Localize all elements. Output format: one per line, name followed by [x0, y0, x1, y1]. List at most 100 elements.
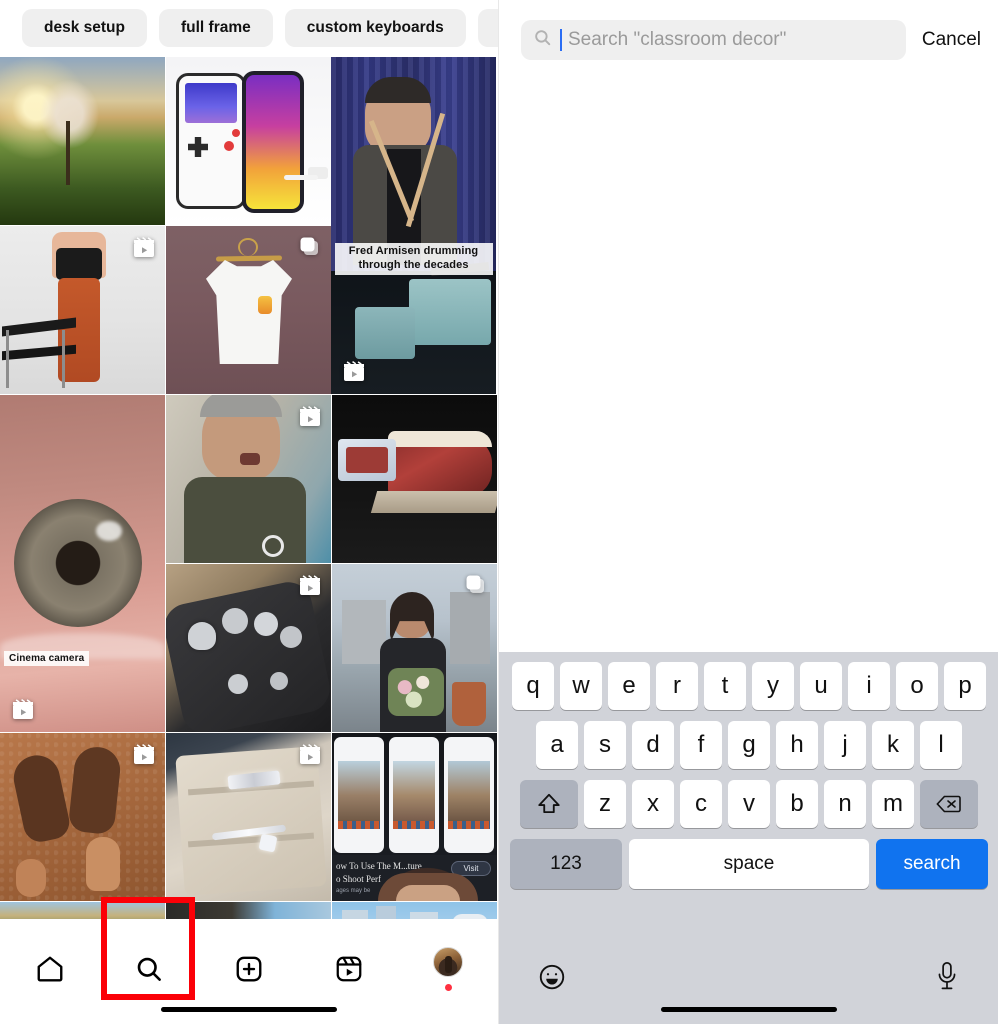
key-e[interactable]: e [608, 662, 650, 710]
emoji-key[interactable] [537, 962, 567, 997]
key-v[interactable]: v [728, 780, 770, 828]
grid-row: Fred Armisen drumming through the decade… [0, 57, 498, 394]
reels-badge-icon [341, 358, 367, 384]
key-f[interactable]: f [680, 721, 722, 769]
bottom-tab-bar[interactable] [0, 919, 498, 1024]
key-u[interactable]: u [800, 662, 842, 710]
tile-cured-meat-board[interactable] [332, 395, 497, 563]
search-overlay-panel: Search "classroom decor" Cancel q w e r … [498, 0, 998, 1024]
tile-caption: Fred Armisen drumming through the decade… [334, 243, 493, 275]
keyboard-row-4: 123 space search [499, 839, 998, 889]
plus-square-icon [234, 954, 264, 984]
cancel-button[interactable]: Cancel [920, 25, 983, 55]
tile-gameboy-phone-case[interactable] [166, 57, 331, 225]
screen: desk setup full frame custom keyboards F… [0, 0, 998, 1024]
search-results-empty-area [499, 80, 998, 652]
key-b[interactable]: b [776, 780, 818, 828]
key-o[interactable]: o [896, 662, 938, 710]
key-p[interactable]: p [944, 662, 986, 710]
reels-badge-icon [297, 741, 323, 767]
carousel-badge-icon [297, 234, 323, 260]
tab-home[interactable] [0, 941, 100, 997]
instagram-explore-panel: desk setup full frame custom keyboards F… [0, 0, 498, 1024]
tab-profile[interactable] [398, 941, 498, 997]
key-s[interactable]: s [584, 721, 626, 769]
ad-disclaimer: ages may be [336, 888, 371, 894]
key-j[interactable]: j [824, 721, 866, 769]
home-icon [35, 954, 65, 984]
suggestion-chips-row[interactable]: desk setup full frame custom keyboards [0, 0, 498, 56]
key-d[interactable]: d [632, 721, 674, 769]
chip-full-frame[interactable]: full frame [158, 9, 273, 47]
key-w[interactable]: w [560, 662, 602, 710]
ios-keyboard[interactable]: q w e r t y u i o p a s d f g h j k l z … [499, 652, 998, 1024]
key-k[interactable]: k [872, 721, 914, 769]
tile-sandals-on-sand[interactable] [0, 733, 165, 901]
grid-row: ow To Use The M...ture o Shoot Perf ages… [0, 733, 498, 901]
reels-badge-icon [131, 234, 157, 260]
key-c[interactable]: c [680, 780, 722, 828]
key-h[interactable]: h [776, 721, 818, 769]
key-n[interactable]: n [824, 780, 866, 828]
numbers-key[interactable]: 123 [510, 839, 622, 889]
search-placeholder: Search "classroom decor" [568, 29, 787, 50]
tile-woman-orange-pants[interactable] [0, 226, 165, 394]
search-icon [134, 954, 164, 984]
key-x[interactable]: x [632, 780, 674, 828]
search-icon [533, 28, 552, 52]
tile-partial-row-dark[interactable] [166, 902, 331, 919]
key-q[interactable]: q [512, 662, 554, 710]
key-t[interactable]: t [704, 662, 746, 710]
key-y[interactable]: y [752, 662, 794, 710]
tab-create[interactable] [199, 941, 299, 997]
key-z[interactable]: z [584, 780, 626, 828]
home-indicator [161, 1007, 337, 1012]
tile-caption: Cinema camera [4, 651, 90, 666]
keyboard-row-2: a s d f g h j k l [499, 721, 998, 769]
tile-partial-row-autumn[interactable] [0, 902, 165, 919]
keyboard-row-3: z x c v b n m [499, 780, 998, 828]
tile-white-tshirt-hanger[interactable] [166, 226, 331, 394]
tile-phone-screenshots-tutorial[interactable]: ow To Use The M...ture o Shoot Perf ages… [332, 733, 497, 901]
shift-key[interactable] [520, 780, 578, 828]
key-g[interactable]: g [728, 721, 770, 769]
key-l[interactable]: l [920, 721, 962, 769]
home-indicator [661, 1007, 837, 1012]
keyboard-row-1: q w e r t y u i o p [499, 662, 998, 710]
space-key[interactable]: space [629, 839, 869, 889]
chip-partial[interactable] [477, 9, 498, 47]
keyboard-bottom-bar [499, 948, 998, 1024]
tile-skull-rings-hand[interactable] [166, 564, 331, 732]
key-i[interactable]: i [848, 662, 890, 710]
reels-badge-icon [297, 403, 323, 429]
key-a[interactable]: a [536, 721, 578, 769]
search-header: Search "classroom decor" Cancel [499, 0, 998, 80]
key-m[interactable]: m [872, 780, 914, 828]
chip-desk-setup[interactable]: desk setup [22, 9, 147, 47]
avatar[interactable] [433, 947, 464, 977]
tile-partial-row-city[interactable] [332, 902, 497, 919]
tile-closeup-eye[interactable]: Cinema camera [0, 395, 165, 732]
reels-badge-icon [10, 696, 36, 722]
tile-anthony-bourdain-interview[interactable] [166, 395, 331, 563]
grid-row [0, 902, 498, 919]
search-input[interactable]: Search "classroom decor" [521, 20, 906, 60]
tab-search[interactable] [100, 941, 200, 997]
tile-diamond-rings-box[interactable] [166, 733, 331, 901]
tab-reels[interactable] [299, 941, 399, 997]
text-cursor [560, 29, 562, 51]
tile-woman-with-flowers-rooftop[interactable] [332, 564, 497, 732]
carousel-badge-icon [463, 572, 489, 598]
reels-icon [334, 954, 364, 984]
backspace-key[interactable] [920, 780, 978, 828]
key-r[interactable]: r [656, 662, 698, 710]
search-return-key[interactable]: search [876, 839, 988, 889]
tile-sunrise-tree-field[interactable] [0, 57, 165, 225]
grid-row: Cinema camera [0, 395, 498, 732]
tile-fred-armisen-drumming[interactable]: Fred Armisen drumming through the decade… [331, 57, 496, 394]
explore-grid[interactable]: Fred Armisen drumming through the decade… [0, 57, 498, 919]
chip-custom-keyboards[interactable]: custom keyboards [284, 9, 466, 47]
reels-badge-icon [131, 741, 157, 767]
dictation-key[interactable] [933, 960, 961, 997]
notification-dot [444, 984, 452, 991]
